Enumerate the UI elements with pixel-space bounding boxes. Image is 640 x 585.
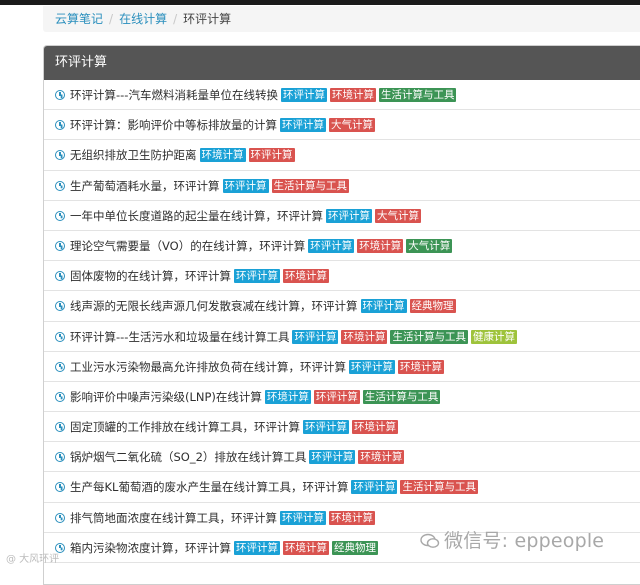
list-item[interactable]: 固体废物的在线计算，环评计算 环评计算 环境计算 [44,261,640,292]
category-tag[interactable]: 环评计算 [280,118,326,133]
category-tag[interactable]: 环评计算 [326,208,372,223]
category-tag[interactable]: 环评计算 [313,389,360,404]
category-tag[interactable]: 环境计算 [358,450,405,465]
calculator-title-link[interactable]: 工业污水污染物最高允许排放负荷在线计算，环评计算 [70,360,346,374]
calculator-list: 环评计算---汽车燃料消耗量单位在线转换 环评计算 环境计算 生活计算与工具 环评计算：… [44,80,640,563]
calculator-title-link[interactable]: 箱内污染物浓度计算，环评计算 [70,541,231,555]
list-item[interactable]: 无组织排放卫生防护距离 环境计算 环评计算 [44,140,640,171]
breadcrumb-online-calc-link[interactable]: 在线计算 [119,12,167,26]
calculator-title-link[interactable]: 生产葡萄酒耗水量，环评计算 [70,179,220,193]
calculator-title-link[interactable]: 锅炉烟气二氧化硫（SO_2）排放在线计算工具 [70,450,306,464]
category-tag[interactable]: 环评计算 [280,88,327,102]
corner-watermark: @ 大风环评 [6,554,60,565]
clock-icon [55,391,65,402]
category-tag[interactable]: 环评计算 [309,450,356,465]
category-tag[interactable]: 环评计算 [234,540,280,555]
breadcrumb: 云算笔记 / 在线计算 / 环评计算 [43,6,640,32]
category-tag[interactable]: 环境计算 [352,420,398,435]
category-tag[interactable]: 环评计算 [292,329,339,344]
category-tag[interactable]: 生活计算与工具 [400,480,478,495]
calculator-title-link[interactable]: 环评计算：影响评价中等标排放量的计算 [70,118,277,132]
clock-icon [55,120,65,131]
category-tag[interactable]: 环评计算 [248,148,295,163]
calculator-title-link[interactable]: 固体废物的在线计算，环评计算 [70,269,231,283]
list-item[interactable]: 理论空气需要量（VO）的在线计算，环评计算 环评计算 环境计算 大气计算 [44,231,640,262]
panel-title: 环评计算 [44,46,640,80]
calculator-title-link[interactable]: 影响评价中噪声污染级(LNP)在线计算 [70,390,262,404]
clock-icon [55,331,65,342]
breadcrumb-home-link[interactable]: 云算笔记 [55,12,103,26]
calculator-title-link[interactable]: 一年中单位长度道路的起尘量在线计算，环评计算 [70,209,323,223]
category-tag[interactable]: 环境计算 [357,238,404,253]
category-tag[interactable]: 生活计算与工具 [362,389,441,404]
list-item[interactable]: 环评计算---汽车燃料消耗量单位在线转换 环评计算 环境计算 生活计算与工具 [44,80,640,111]
clock-icon [55,90,65,100]
breadcrumb-separator: / [173,12,178,26]
category-tag[interactable]: 大气计算 [329,118,375,133]
clock-icon [55,180,65,191]
breadcrumb-current: 环评计算 [183,12,232,26]
category-tag[interactable]: 大气计算 [406,238,453,253]
calculator-title-link[interactable]: 生产每KL葡萄酒的废水产生量在线计算工具，环评计算 [70,480,348,494]
category-tag[interactable]: 环境计算 [283,540,329,555]
category-tag[interactable]: 环境计算 [329,510,375,525]
list-item[interactable]: 生产每KL葡萄酒的废水产生量在线计算工具，环评计算 环评计算 生活计算与工具 [44,472,640,503]
category-tag[interactable]: 环评计算 [351,480,398,495]
top-bar [0,0,640,5]
calculator-title-link[interactable]: 环评计算---生活污水和垃圾量在线计算工具 [70,330,289,344]
category-tag[interactable]: 环评计算 [234,269,280,284]
category-tag[interactable]: 环评计算 [360,299,407,314]
category-tag[interactable]: 生活计算与工具 [390,329,468,344]
calculator-title-link[interactable]: 排气筒地面浓度在线计算工具，环评计算 [70,511,277,525]
list-item[interactable]: 环评计算：影响评价中等标排放量的计算 环评计算 大气计算 [44,110,640,141]
category-tag[interactable]: 环评计算 [222,178,269,193]
list-item[interactable]: 生产葡萄酒耗水量，环评计算 环评计算 生活计算与工具 [44,171,640,201]
list-item[interactable]: 一年中单位长度道路的起尘量在线计算，环评计算 环评计算 大气计算 [44,201,640,231]
category-tag[interactable]: 生活计算与工具 [271,178,349,193]
category-tag[interactable]: 环评计算 [303,420,349,435]
clock-icon [55,422,65,433]
clock-icon [55,512,65,523]
calculator-title-link[interactable]: 无组织排放卫生防护距离 [70,148,197,162]
category-tag[interactable]: 环境计算 [341,329,388,344]
list-item[interactable]: 固定顶罐的工作排放在线计算工具，环评计算 环评计算 环境计算 [44,412,640,443]
calculator-title-link[interactable]: 固定顶罐的工作排放在线计算工具，环评计算 [70,420,300,434]
clock-icon [55,361,65,372]
category-tag[interactable]: 环境计算 [398,359,444,374]
calculator-title-link[interactable]: 理论空气需要量（VO）的在线计算，环评计算 [70,239,305,253]
category-tag[interactable]: 经典物理 [332,540,378,555]
calculator-title-link[interactable]: 线声源的无限长线声源几何发散衰减在线计算，环评计算 [70,299,358,313]
clock-icon [55,240,65,251]
clock-icon [55,301,65,312]
breadcrumb-separator: / [109,12,114,26]
list-item[interactable]: 影响评价中噪声污染级(LNP)在线计算 环境计算 环评计算 生活计算与工具 [44,382,640,413]
list-item[interactable]: 环评计算---生活污水和垃圾量在线计算工具 环评计算 环境计算 生活计算与工具 健康计算 [44,322,640,352]
category-tag[interactable]: 经典物理 [409,299,456,314]
category-tag[interactable]: 环境计算 [329,88,376,102]
list-item[interactable]: 线声源的无限长线声源几何发散衰减在线计算，环评计算 环评计算 经典物理 [44,291,640,322]
calculator-title-link[interactable]: 环评计算---汽车燃料消耗量单位在线转换 [70,88,278,102]
category-tag[interactable]: 环评计算 [280,510,326,525]
category-tag[interactable]: 环境计算 [283,269,329,284]
watermark: 微信号: eppeople [420,526,640,554]
category-tag[interactable]: 健康计算 [470,329,517,344]
clock-icon [55,271,65,282]
category-tag[interactable]: 环评计算 [308,238,355,253]
category-tag[interactable]: 环境计算 [264,389,311,404]
clock-icon [55,482,65,493]
watermark-text: 微信号: eppeople [444,530,605,552]
clock-icon [55,452,65,463]
list-item[interactable]: 锅炉烟气二氧化硫（SO_2）排放在线计算工具 环评计算 环境计算 [44,442,640,473]
list-item[interactable]: 工业污水污染物最高允许排放负荷在线计算，环评计算 环评计算 环境计算 [44,352,640,382]
category-tag[interactable]: 大气计算 [375,208,421,223]
calculator-list-panel: 环评计算 环评计算---汽车燃料消耗量单位在线转换 环评计算 环境计算 生活计算与工具… [43,45,640,585]
category-tag[interactable]: 环评计算 [349,359,395,374]
clock-icon [55,210,65,221]
category-tag[interactable]: 生活计算与工具 [378,88,457,102]
category-tag[interactable]: 环境计算 [199,148,246,163]
clock-icon [55,150,65,161]
wechat-logo-icon [420,533,440,548]
